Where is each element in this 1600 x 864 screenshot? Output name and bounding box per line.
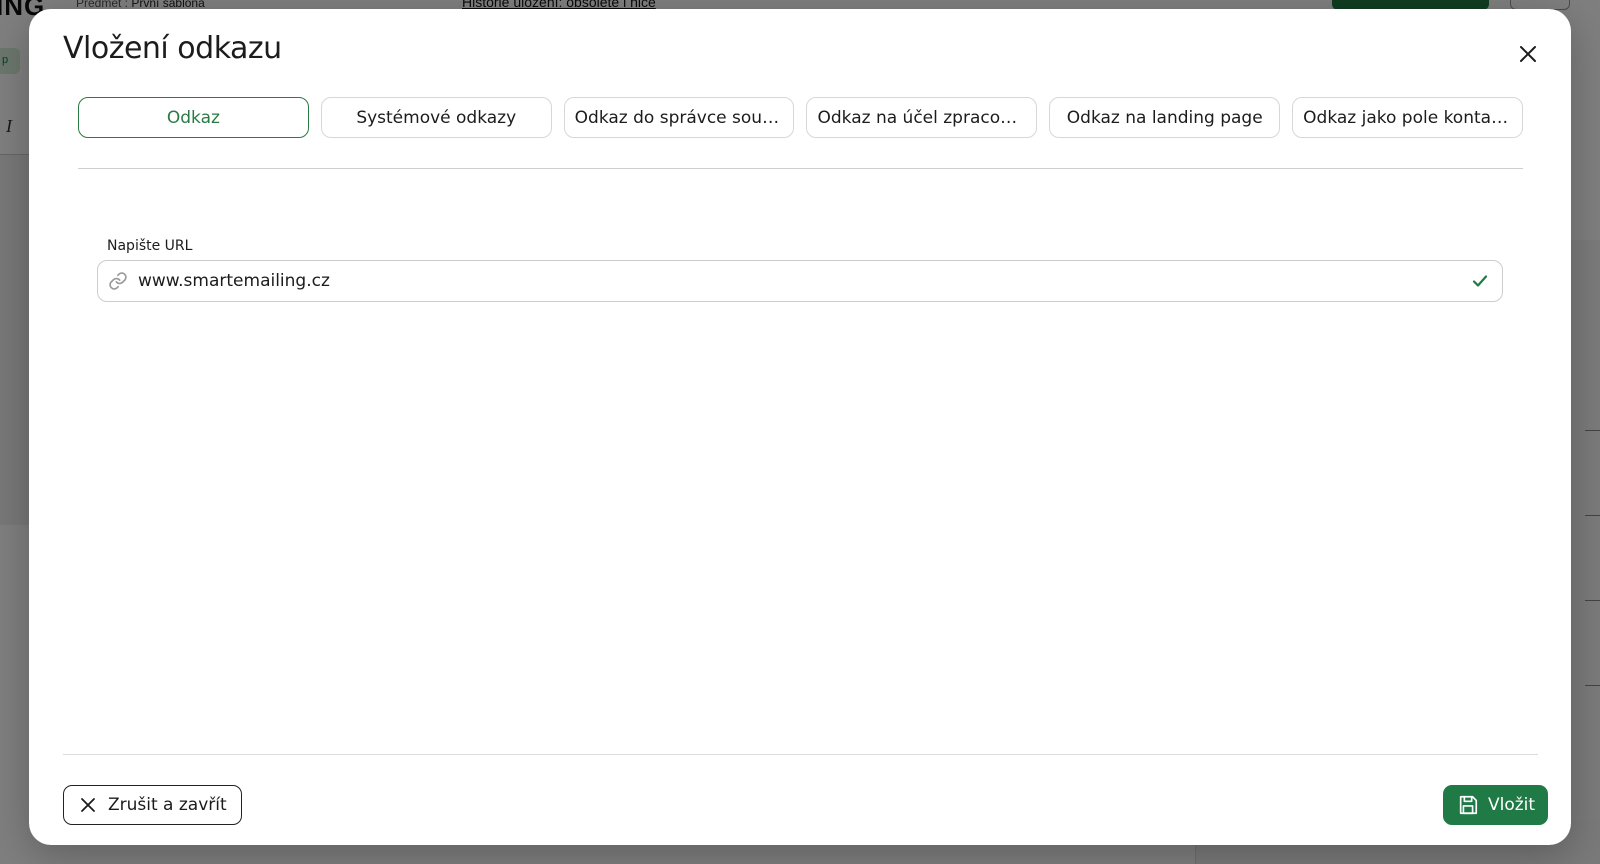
tab-file-manager-link[interactable]: Odkaz do správce souborů: [563, 97, 795, 138]
tab-label: Odkaz na účel zpracování: [817, 107, 1027, 128]
tab-label: Odkaz jako pole kontaktu: [1303, 107, 1512, 128]
tab-system-links[interactable]: Systémové odkazy: [320, 97, 552, 138]
insert-link-dialog: Vložení odkazu Odkaz Systémové odkazy Od…: [29, 9, 1571, 845]
link-icon: [98, 271, 138, 291]
footer-divider: [63, 754, 1538, 755]
insert-button[interactable]: Vložit: [1443, 785, 1548, 825]
insert-button-label: Vložit: [1488, 795, 1536, 815]
tab-processing-purpose-link[interactable]: Odkaz na účel zpracování: [806, 97, 1038, 138]
save-icon: [1459, 795, 1478, 815]
tab-odkaz[interactable]: Odkaz: [78, 97, 309, 138]
url-input[interactable]: [138, 261, 1458, 301]
check-icon: [1458, 272, 1502, 290]
tabs-divider: [78, 168, 1523, 169]
tab-landing-page-link[interactable]: Odkaz na landing page: [1049, 97, 1281, 138]
close-icon: [1520, 46, 1536, 62]
tab-label: Odkaz: [166, 107, 220, 128]
cancel-button-label: Zrušit a zavřít: [108, 795, 227, 815]
link-type-tabs: Odkaz Systémové odkazy Odkaz do správce …: [78, 97, 1523, 139]
url-field-label: Napište URL: [107, 238, 193, 254]
tab-label: Odkaz do správce souborů: [574, 107, 784, 128]
url-field[interactable]: [97, 260, 1503, 302]
cancel-and-close-button[interactable]: Zrušit a zavřít: [63, 785, 242, 825]
close-icon: [81, 798, 95, 812]
close-button[interactable]: [1513, 39, 1543, 69]
tab-label: Odkaz na landing page: [1066, 107, 1263, 128]
tab-label: Systémové odkazy: [356, 107, 517, 128]
dialog-title: Vložení odkazu: [63, 31, 282, 66]
tab-contact-field-link[interactable]: Odkaz jako pole kontaktu: [1292, 97, 1523, 138]
